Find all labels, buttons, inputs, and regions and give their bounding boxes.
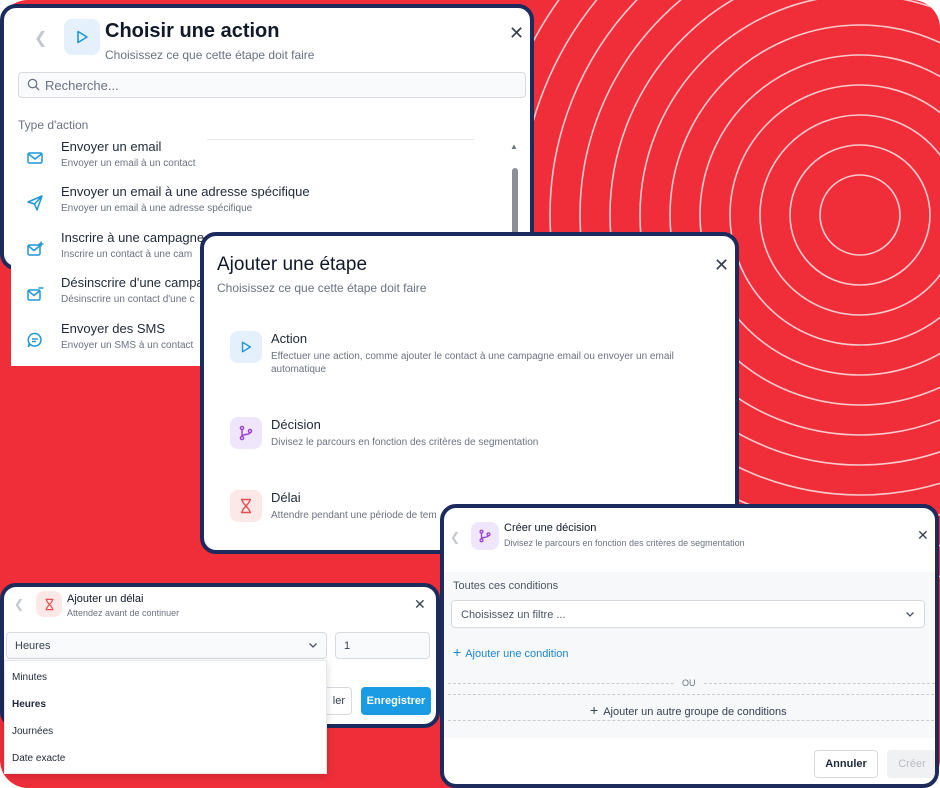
dialog-title: Créer une décision [504,522,597,534]
item-title: Envoyer un email [61,139,162,154]
message-icon [27,332,42,348]
option-title: Décision [271,417,321,432]
action-item-send-email-specific[interactable]: Envoyer un email à une adresse spécifiqu… [11,184,501,224]
play-icon [230,331,262,363]
item-title: Inscrire à une campagne [61,230,205,245]
add-condition-button[interactable]: + Ajouter une condition [453,644,569,660]
add-condition-group-button[interactable]: + Ajouter un autre groupe de conditions [590,702,787,718]
close-icon[interactable]: ✕ [917,528,929,542]
add-condition-label: Ajouter une condition [465,648,569,660]
mail-minus-icon [27,287,44,301]
dialog-title: Ajouter une étape [217,254,368,275]
option-title: Délai [271,490,301,505]
branch-icon [230,417,262,449]
dialog-subtitle: Choisissez ce que cette étape doit faire [105,48,315,62]
dialog-subtitle: Attendez avant de continuer [67,608,180,618]
item-description: Envoyer un SMS à un contact [61,340,194,351]
item-description: Envoyer un email à un contact [61,158,196,169]
search-field[interactable] [18,72,526,98]
chevron-down-icon [309,643,317,648]
save-button[interactable]: Enregistrer [361,687,431,715]
divider-right [704,683,935,684]
unit-select[interactable]: Heures [6,632,327,659]
close-icon[interactable]: ✕ [714,256,729,274]
item-title: Envoyer un email à une adresse spécifiqu… [61,184,310,199]
create-decision-dialog: ❮ Créer une décision Divisez le parcours… [440,504,939,788]
search-icon [27,78,40,91]
filter-select[interactable]: Choisissez un filtre ... [451,600,925,628]
dialog-subtitle: Choisissez ce que cette étape doit faire [217,281,427,295]
dropdown-option-heures[interactable]: Heures [12,699,46,710]
play-icon [64,19,100,55]
conditions-label: Toutes ces conditions [453,580,559,592]
hourglass-icon [230,490,262,522]
dropdown-option-date-exacte[interactable]: Date exacte [12,753,65,764]
chevron-left-icon[interactable]: ❮ [450,530,460,544]
option-description: Effectuer une action, comme ajouter le c… [271,351,674,375]
dialog-title: Ajouter un délai [67,593,144,605]
send-icon [27,195,43,211]
dialog-title: Choisir une action [105,20,280,42]
group-border-top [448,694,935,695]
section-label: Type d'action [18,118,89,132]
step-option-decision[interactable]: Décision Divisez le parcours en fonction… [230,417,710,457]
item-description: Inscrire un contact à une cam [61,249,193,260]
action-item-send-sms[interactable]: Envoyer des SMS Envoyer un SMS à un cont… [11,321,201,361]
plus-icon: + [590,702,599,718]
item-title: Envoyer des SMS [61,321,166,336]
item-title: Désinscrire d'une campag [61,275,211,290]
close-icon[interactable]: ✕ [414,597,426,611]
option-title: Action [271,331,308,346]
dialog-subtitle: Divisez le parcours en fonction des crit… [504,538,745,548]
scroll-up-icon[interactable]: ▲ [510,142,518,151]
item-description: Envoyer un email à une adresse spécifiqu… [61,203,253,214]
quantity-value: 1 [344,640,351,652]
close-icon[interactable]: ✕ [509,24,524,42]
divider-left [448,683,674,684]
chevron-down-icon [906,612,914,617]
action-item-send-email[interactable]: Envoyer un email Envoyer un email à un c… [11,139,501,179]
option-description: Divisez le parcours en fonction des crit… [271,437,539,448]
filter-placeholder: Choisissez un filtre ... [461,609,566,621]
mail-icon [27,152,43,164]
cancel-button[interactable]: Annuler [814,750,878,778]
dropdown-option-journees[interactable]: Journées [12,726,53,737]
search-input[interactable] [45,76,505,94]
chevron-left-icon[interactable]: ❮ [34,28,47,48]
unit-dropdown: Minutes Heures Journées Date exacte [4,660,327,774]
step-option-action[interactable]: Action Effectuer une action, comme ajout… [230,331,710,381]
scrollbar-thumb[interactable] [512,168,518,238]
group-border-bottom [448,720,935,721]
dropdown-option-minutes[interactable]: Minutes [12,672,47,683]
action-item-unsubscribe-campaign[interactable]: Désinscrire d'une campag Désinscrire un … [11,275,211,315]
plus-icon: + [453,644,462,660]
or-label: OU [682,678,696,688]
unit-select-value: Heures [15,640,51,652]
add-group-label: Ajouter un autre groupe de conditions [603,706,787,718]
chevron-left-icon[interactable]: ❮ [14,597,24,611]
quantity-input[interactable]: 1 [335,632,430,659]
item-description: Désinscrire un contact d'une c [61,294,195,305]
create-button[interactable]: Créer [887,750,935,778]
mail-plus-icon [27,241,44,256]
hourglass-icon [36,591,62,617]
branch-icon [471,522,499,550]
action-item-subscribe-campaign[interactable]: Inscrire à une campagne Inscrire un cont… [11,230,205,270]
